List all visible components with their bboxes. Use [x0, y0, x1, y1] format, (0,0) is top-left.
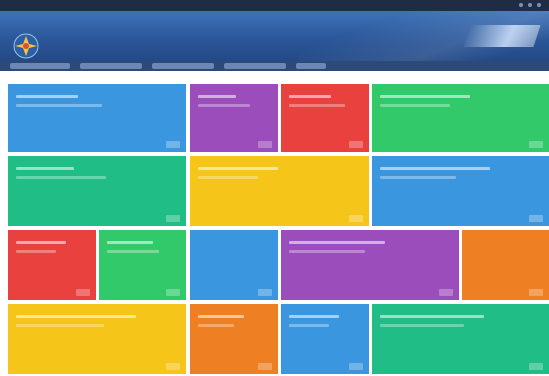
tile-count — [258, 289, 272, 296]
tile[interactable] — [8, 230, 96, 300]
tile-count — [529, 141, 543, 148]
window-control[interactable] — [528, 3, 532, 7]
tile-count — [349, 363, 363, 370]
tile[interactable] — [8, 304, 186, 374]
nav-bar — [0, 61, 549, 71]
window-control[interactable] — [519, 3, 523, 7]
tile[interactable] — [281, 84, 369, 152]
tile-count — [166, 141, 180, 148]
tile-count — [258, 141, 272, 148]
tile[interactable] — [281, 230, 459, 300]
tile-grid — [0, 71, 549, 376]
window-title-bar — [0, 0, 549, 11]
tile-count — [529, 215, 543, 222]
tile[interactable] — [190, 84, 278, 152]
tile-count — [529, 363, 543, 370]
tile[interactable] — [8, 156, 186, 226]
tile-count — [349, 215, 363, 222]
tile-count — [529, 289, 543, 296]
nav-item[interactable] — [224, 63, 286, 69]
tile[interactable] — [372, 84, 549, 152]
window-control[interactable] — [537, 3, 541, 7]
tile[interactable] — [8, 84, 186, 152]
tile[interactable] — [99, 230, 186, 300]
nav-item[interactable] — [80, 63, 142, 69]
tile[interactable] — [372, 156, 549, 226]
tile-count — [439, 289, 453, 296]
header-banner — [0, 11, 549, 61]
window-controls — [519, 3, 541, 7]
tile[interactable] — [372, 304, 549, 374]
tile-count — [258, 363, 272, 370]
tile-count — [166, 289, 180, 296]
tile[interactable] — [281, 304, 369, 374]
nav-item[interactable] — [10, 63, 70, 69]
tile[interactable] — [190, 156, 369, 226]
tile-count — [349, 141, 363, 148]
nav-item[interactable] — [296, 63, 326, 69]
tile-count — [76, 289, 90, 296]
tile[interactable] — [190, 230, 278, 300]
tile-count — [166, 363, 180, 370]
tile-count — [166, 215, 180, 222]
emblem-logo-icon — [13, 33, 39, 59]
tile[interactable] — [190, 304, 278, 374]
banner-decoration — [463, 25, 541, 47]
tile[interactable] — [462, 230, 549, 300]
nav-item[interactable] — [152, 63, 214, 69]
